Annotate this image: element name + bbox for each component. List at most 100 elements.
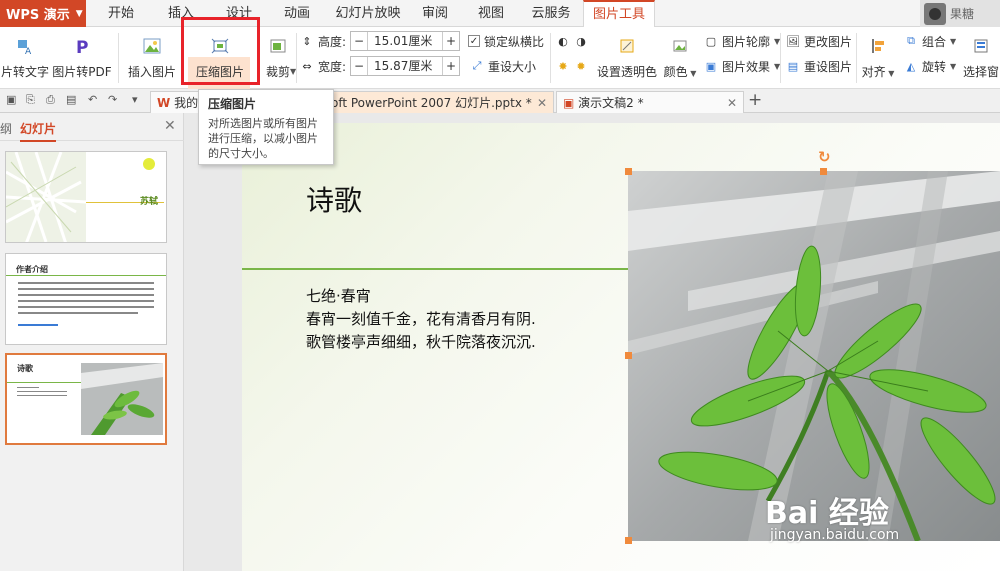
slide-thumbnail-1[interactable]: 苏轼 (5, 151, 167, 243)
text-line (18, 300, 154, 302)
increment-button[interactable]: + (443, 34, 459, 48)
contrast-button[interactable]: ◐ ◑ (556, 30, 588, 52)
resize-handle-top-left[interactable] (625, 168, 632, 175)
resize-handle-left[interactable] (625, 352, 632, 359)
divider (296, 33, 297, 83)
undo-icon[interactable]: ↶ (88, 93, 97, 106)
resize-handle-bottom-left[interactable] (625, 537, 632, 544)
open-icon[interactable]: ⎘ (26, 93, 35, 107)
align-icon (867, 35, 889, 57)
tab-view[interactable]: 视图 (468, 0, 514, 27)
contrast-minus-icon: ◑ (576, 34, 586, 48)
tab-presentation-2[interactable]: ▣ 演示文稿2 * ✕ (556, 91, 744, 113)
slide-title[interactable]: 诗歌 (306, 179, 362, 219)
tab-picture-tools[interactable]: 图片工具 (583, 0, 655, 28)
tab-slideshow[interactable]: 幻灯片放映 (330, 0, 406, 27)
chevron-down-icon[interactable]: ▾ (132, 93, 138, 106)
chevron-down-icon: ▼ (687, 69, 697, 78)
height-stepper[interactable]: − 15.01厘米 + (350, 31, 461, 51)
align-button[interactable]: 对齐 ▼ (860, 31, 896, 83)
group-icon: ⧉ (907, 34, 915, 47)
tab-home[interactable]: 开始 (98, 0, 144, 27)
close-icon[interactable]: ✕ (537, 92, 547, 114)
text-line (18, 294, 154, 296)
width-icon: ⇔ (302, 59, 312, 73)
width-control: ⇔ 宽度: − 15.87厘米 + (300, 55, 461, 77)
thumb-picture (81, 363, 163, 435)
decrement-button[interactable]: − (351, 59, 367, 73)
pdf-icon: P (71, 35, 93, 57)
text-line (17, 387, 39, 388)
poem-title[interactable]: 七绝·春宵 (306, 285, 371, 306)
text-line (18, 312, 138, 314)
lock-ratio-checkbox[interactable]: ✓ 锁定纵横比 (468, 30, 544, 52)
tab-animation[interactable]: 动画 (274, 0, 320, 27)
pic-to-text-icon: A (14, 35, 36, 57)
checkbox-checked-icon: ✓ (468, 35, 480, 47)
red-highlight-box (181, 17, 260, 85)
user-area[interactable]: 果糖 (920, 0, 1000, 27)
height-input[interactable]: 15.01厘米 (367, 32, 444, 50)
baidu-watermark: Bai 经验 (765, 496, 889, 531)
chevron-down-icon: ▼ (885, 69, 895, 78)
app-menu-button[interactable]: WPS 演示 ▼ (0, 0, 86, 27)
selected-picture[interactable] (628, 171, 1000, 541)
decrement-button[interactable]: − (351, 34, 367, 48)
resize-handle-top[interactable] (820, 168, 827, 175)
reset-picture-icon: ▤ (787, 59, 799, 73)
transparent-color-icon (616, 35, 638, 57)
menu-bar: WPS 演示 ▼ 开始 插入 设计 动画 幻灯片放映 审阅 视图 云服务 图片工… (0, 0, 1000, 28)
svg-text:P: P (76, 38, 88, 55)
tab-slides[interactable]: 幻灯片 (20, 120, 57, 142)
set-transparent-button[interactable]: 设置透明色 (596, 31, 658, 83)
close-icon[interactable]: ✕ (727, 92, 737, 114)
rotate-icon: ◭ (906, 59, 916, 73)
redo-icon[interactable]: ↷ (108, 93, 117, 106)
group-button[interactable]: ⧉ 组合 ▼ (904, 30, 956, 52)
avatar (924, 2, 946, 25)
pic-to-pdf-button[interactable]: P 图片转PDF (52, 31, 112, 83)
rotate-button[interactable]: ◭ 旋转 ▼ (904, 55, 956, 77)
selection-pane-button[interactable]: 选择窗 (962, 31, 1000, 83)
width-stepper[interactable]: − 15.87厘米 + (350, 56, 461, 76)
reset-size-button[interactable]: ⤢ 重设大小 (470, 55, 536, 77)
width-input[interactable]: 15.87厘米 (367, 57, 444, 75)
tab-outline[interactable]: 纲 (0, 120, 12, 137)
change-picture-button[interactable]: 🖼 更改图片 (786, 30, 852, 52)
thumb-author: 苏轼 (139, 197, 158, 207)
color-button[interactable]: 颜色 ▼ (660, 31, 700, 83)
color-icon (669, 35, 691, 57)
text-line (18, 324, 58, 326)
print-icon[interactable]: ⎙ (46, 93, 55, 107)
insert-picture-button[interactable]: 插入图片 (124, 31, 180, 83)
height-icon: ⇕ (302, 34, 312, 48)
increment-button[interactable]: + (443, 59, 459, 73)
crop-icon (267, 35, 289, 57)
pic-to-text-button[interactable]: A 片转文字 (0, 31, 50, 83)
app-name: WPS 演示 (6, 8, 70, 23)
text-line (18, 306, 154, 308)
picture-effects-button[interactable]: ▣ 图片效果 ▼ (704, 55, 780, 77)
crop-button[interactable]: 裁剪 ▼ (260, 31, 296, 83)
brightness-button[interactable]: ✸ ✹ (556, 55, 588, 77)
user-name: 果糖 (950, 7, 975, 21)
divider (550, 33, 551, 83)
tab-cloud[interactable]: 云服务 (522, 0, 580, 27)
slide-thumbnail-2[interactable]: 作者介绍 (5, 253, 167, 345)
change-picture-icon: 🖼 (786, 34, 800, 48)
preview-icon[interactable]: ▤ (66, 93, 76, 106)
title-underline (242, 268, 629, 270)
tab-pptx-document[interactable]: oft PowerPoint 2007 幻灯片.pptx * ✕ (322, 91, 554, 113)
chevron-down-icon: ▼ (950, 36, 957, 46)
rotate-handle[interactable]: ↻ (818, 148, 831, 166)
close-icon[interactable]: ✕ (164, 118, 176, 134)
reset-picture-button[interactable]: ▤ 重设图片 (786, 55, 852, 77)
poem-line-1[interactable]: 春宵一刻值千金，花有清香月有阴. (306, 308, 536, 329)
tab-review[interactable]: 审阅 (412, 0, 458, 27)
new-tab-button[interactable]: + (748, 90, 762, 110)
picture-outline-button[interactable]: ▢ 图片轮廓 ▼ (704, 30, 780, 52)
save-icon[interactable]: ▣ (6, 93, 16, 106)
slide-thumbnail-3[interactable]: 诗歌 (5, 353, 167, 445)
tooltip-title: 压缩图片 (208, 97, 257, 111)
poem-line-2[interactable]: 歌管楼亭声细细，秋千院落夜沉沉. (306, 331, 536, 352)
